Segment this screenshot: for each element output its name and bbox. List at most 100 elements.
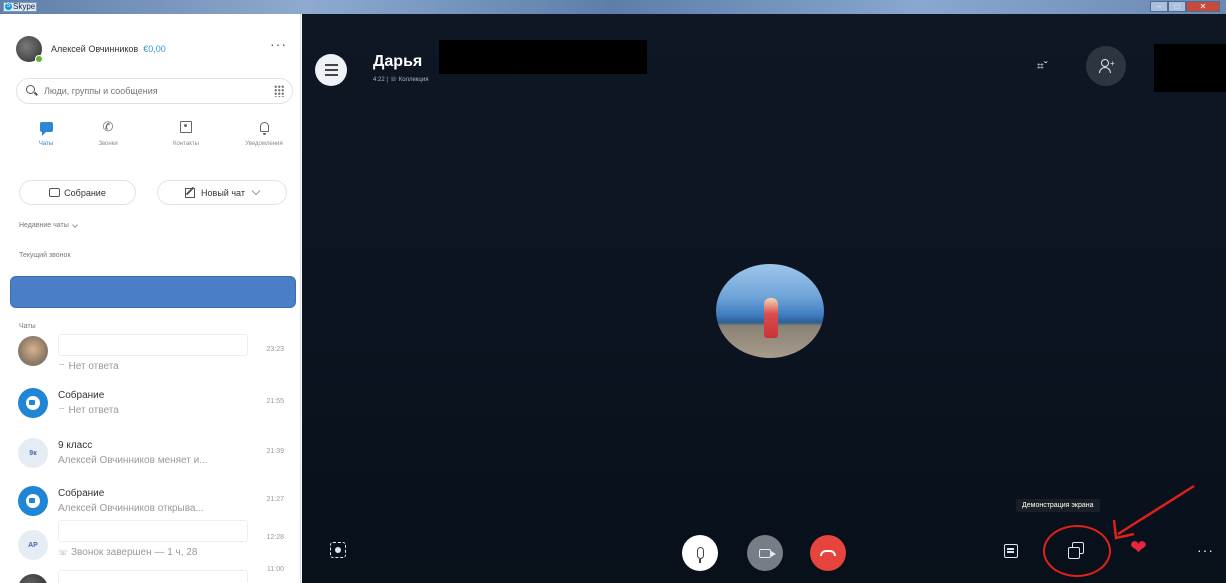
chat-icon: [39, 122, 53, 136]
redacted-name: [58, 570, 248, 583]
open-conversation-button[interactable]: [1004, 544, 1018, 558]
search-icon: [26, 85, 38, 97]
chat-time: 23:23: [266, 346, 284, 353]
skype-credit[interactable]: €0,00: [143, 44, 166, 54]
react-heart-button[interactable]: ❤: [1130, 538, 1147, 558]
chat-time: 11:00: [267, 566, 284, 573]
chats-label: Чаты: [19, 323, 36, 330]
compose-icon: [185, 187, 196, 198]
meeting-icon: [26, 494, 40, 508]
redacted-block: [439, 40, 647, 74]
avatar: [18, 336, 48, 366]
tab-label: Контакты: [173, 141, 199, 147]
list-item[interactable]: ⌔ Нет ответа 23:23: [16, 332, 292, 378]
annotation-circle: [1043, 525, 1111, 577]
window-title: Skype: [13, 2, 36, 11]
microphone-icon: [696, 547, 704, 563]
menu-button[interactable]: [315, 54, 347, 86]
no-answer-icon: ⌔: [58, 406, 66, 415]
tab-contacts[interactable]: Контакты: [156, 117, 216, 147]
close-button[interactable]: ✕: [1186, 1, 1220, 12]
mute-button[interactable]: [682, 535, 718, 571]
list-item[interactable]: 11:00: [16, 560, 292, 583]
profile-name: Алексей Овчинников: [51, 44, 139, 54]
share-screen-tooltip: Демонстрация экрана: [1016, 499, 1100, 512]
chevron-down-icon: [71, 221, 78, 228]
hamburger-icon-line: [324, 69, 338, 71]
presence-online-icon: [35, 55, 43, 63]
call-ended-icon: ☏: [58, 548, 69, 557]
chat-preview-text: Нет ответа: [68, 361, 119, 372]
chat-name: 9 класс: [58, 440, 93, 451]
hang-up-button[interactable]: [810, 535, 846, 571]
meeting-button[interactable]: Собрание: [19, 180, 136, 205]
tab-label: Чаты: [38, 141, 54, 147]
avatar: 9к: [18, 438, 48, 468]
search-input[interactable]: [44, 86, 264, 96]
profile-header[interactable]: Алексей Овчинников €0,00: [16, 36, 166, 63]
tab-calls[interactable]: ✆ Звонки: [78, 117, 138, 147]
chat-preview: Алексей Овчинников открыва...: [58, 503, 204, 514]
tab-notifications[interactable]: Уведомления: [234, 117, 294, 147]
chat-preview: ⌔ Нет ответа: [58, 361, 119, 372]
chats-heading: Чаты: [19, 323, 36, 330]
search-bar[interactable]: [16, 78, 293, 104]
chat-name: Собрание: [58, 390, 105, 401]
snapshot-button[interactable]: [330, 542, 346, 558]
no-answer-icon: ⌔: [58, 362, 66, 371]
active-call-item[interactable]: [10, 276, 296, 308]
sidebar: Алексей Овчинников €0,00 ··· Чаты ✆ Звон…: [0, 14, 301, 583]
redacted-name: [58, 334, 248, 356]
new-chat-button-label: Новый чат: [201, 187, 245, 198]
chat-preview: Алексей Овчинников меняет и...: [58, 455, 208, 466]
camera-icon: [759, 548, 776, 558]
new-chat-button[interactable]: Новый чат: [157, 180, 287, 205]
current-call-label: Текущий звонок: [19, 252, 71, 259]
minimize-button[interactable]: –: [1150, 1, 1168, 12]
more-options-button[interactable]: ···: [270, 36, 287, 52]
meeting-button-label: Собрание: [64, 187, 106, 198]
list-item[interactable]: AP ☏ Звонок завершен — 1 ч, 28 12:28: [16, 514, 292, 560]
avatar: [18, 388, 48, 418]
recent-chats-label: Недавние чаты: [19, 222, 69, 229]
tab-label: Звонки: [98, 141, 118, 147]
video-meeting-icon: [49, 188, 61, 197]
redacted-name: [58, 520, 248, 542]
layout-switch-button[interactable]: ⌗ˇ: [1037, 59, 1048, 74]
avatar: AP: [18, 530, 48, 560]
chat-preview-text: Нет ответа: [68, 405, 119, 416]
avatar: [18, 486, 48, 516]
chat-preview: ☏ Звонок завершен — 1 ч, 28: [58, 547, 197, 558]
dialpad-icon[interactable]: [274, 85, 284, 97]
call-contact-name: Дарья: [373, 53, 423, 70]
chat-time: 21:27: [266, 496, 284, 503]
tab-chats[interactable]: Чаты: [16, 117, 76, 147]
avatar[interactable]: [16, 36, 43, 63]
contacts-icon: [180, 121, 192, 133]
meeting-icon: [26, 396, 40, 410]
list-item[interactable]: 9к 9 класс Алексей Овчинников меняет и..…: [16, 434, 292, 480]
nav-tabs: Чаты ✆ Звонки Контакты Уведомления: [16, 117, 300, 157]
chat-name: Собрание: [58, 488, 105, 499]
more-options-button[interactable]: ···: [1197, 542, 1214, 558]
chat-time: 21:39: [266, 448, 284, 455]
chat-preview: ⌔ Нет ответа: [58, 405, 119, 416]
window-controls: – □ ✕: [1150, 1, 1220, 12]
call-view: Дарья 4:22 | ☏ Коллекция ⌗ˇ + Демонстрац…: [302, 14, 1226, 583]
phone-icon: ✆: [102, 119, 114, 134]
redacted-block: [1154, 44, 1226, 92]
recent-chats-filter[interactable]: Недавние чаты: [19, 221, 78, 229]
skype-logo-icon: S: [5, 3, 12, 10]
hang-up-icon: [820, 550, 836, 556]
video-toggle-button[interactable]: [747, 535, 783, 571]
callee-photo: [764, 298, 778, 338]
list-item[interactable]: Собрание ⌔ Нет ответа 21:55: [16, 384, 292, 430]
maximize-button[interactable]: □: [1168, 1, 1186, 12]
tab-label: Уведомления: [245, 141, 283, 147]
chat-time: 21:55: [266, 398, 284, 405]
call-duration: 4:22 | ☏ Коллекция: [373, 77, 429, 83]
add-people-button[interactable]: +: [1086, 46, 1126, 86]
chevron-down-icon[interactable]: [251, 186, 261, 195]
hamburger-icon-line: [324, 64, 338, 66]
chat-preview-text: Звонок завершен — 1 ч, 28: [71, 547, 198, 558]
